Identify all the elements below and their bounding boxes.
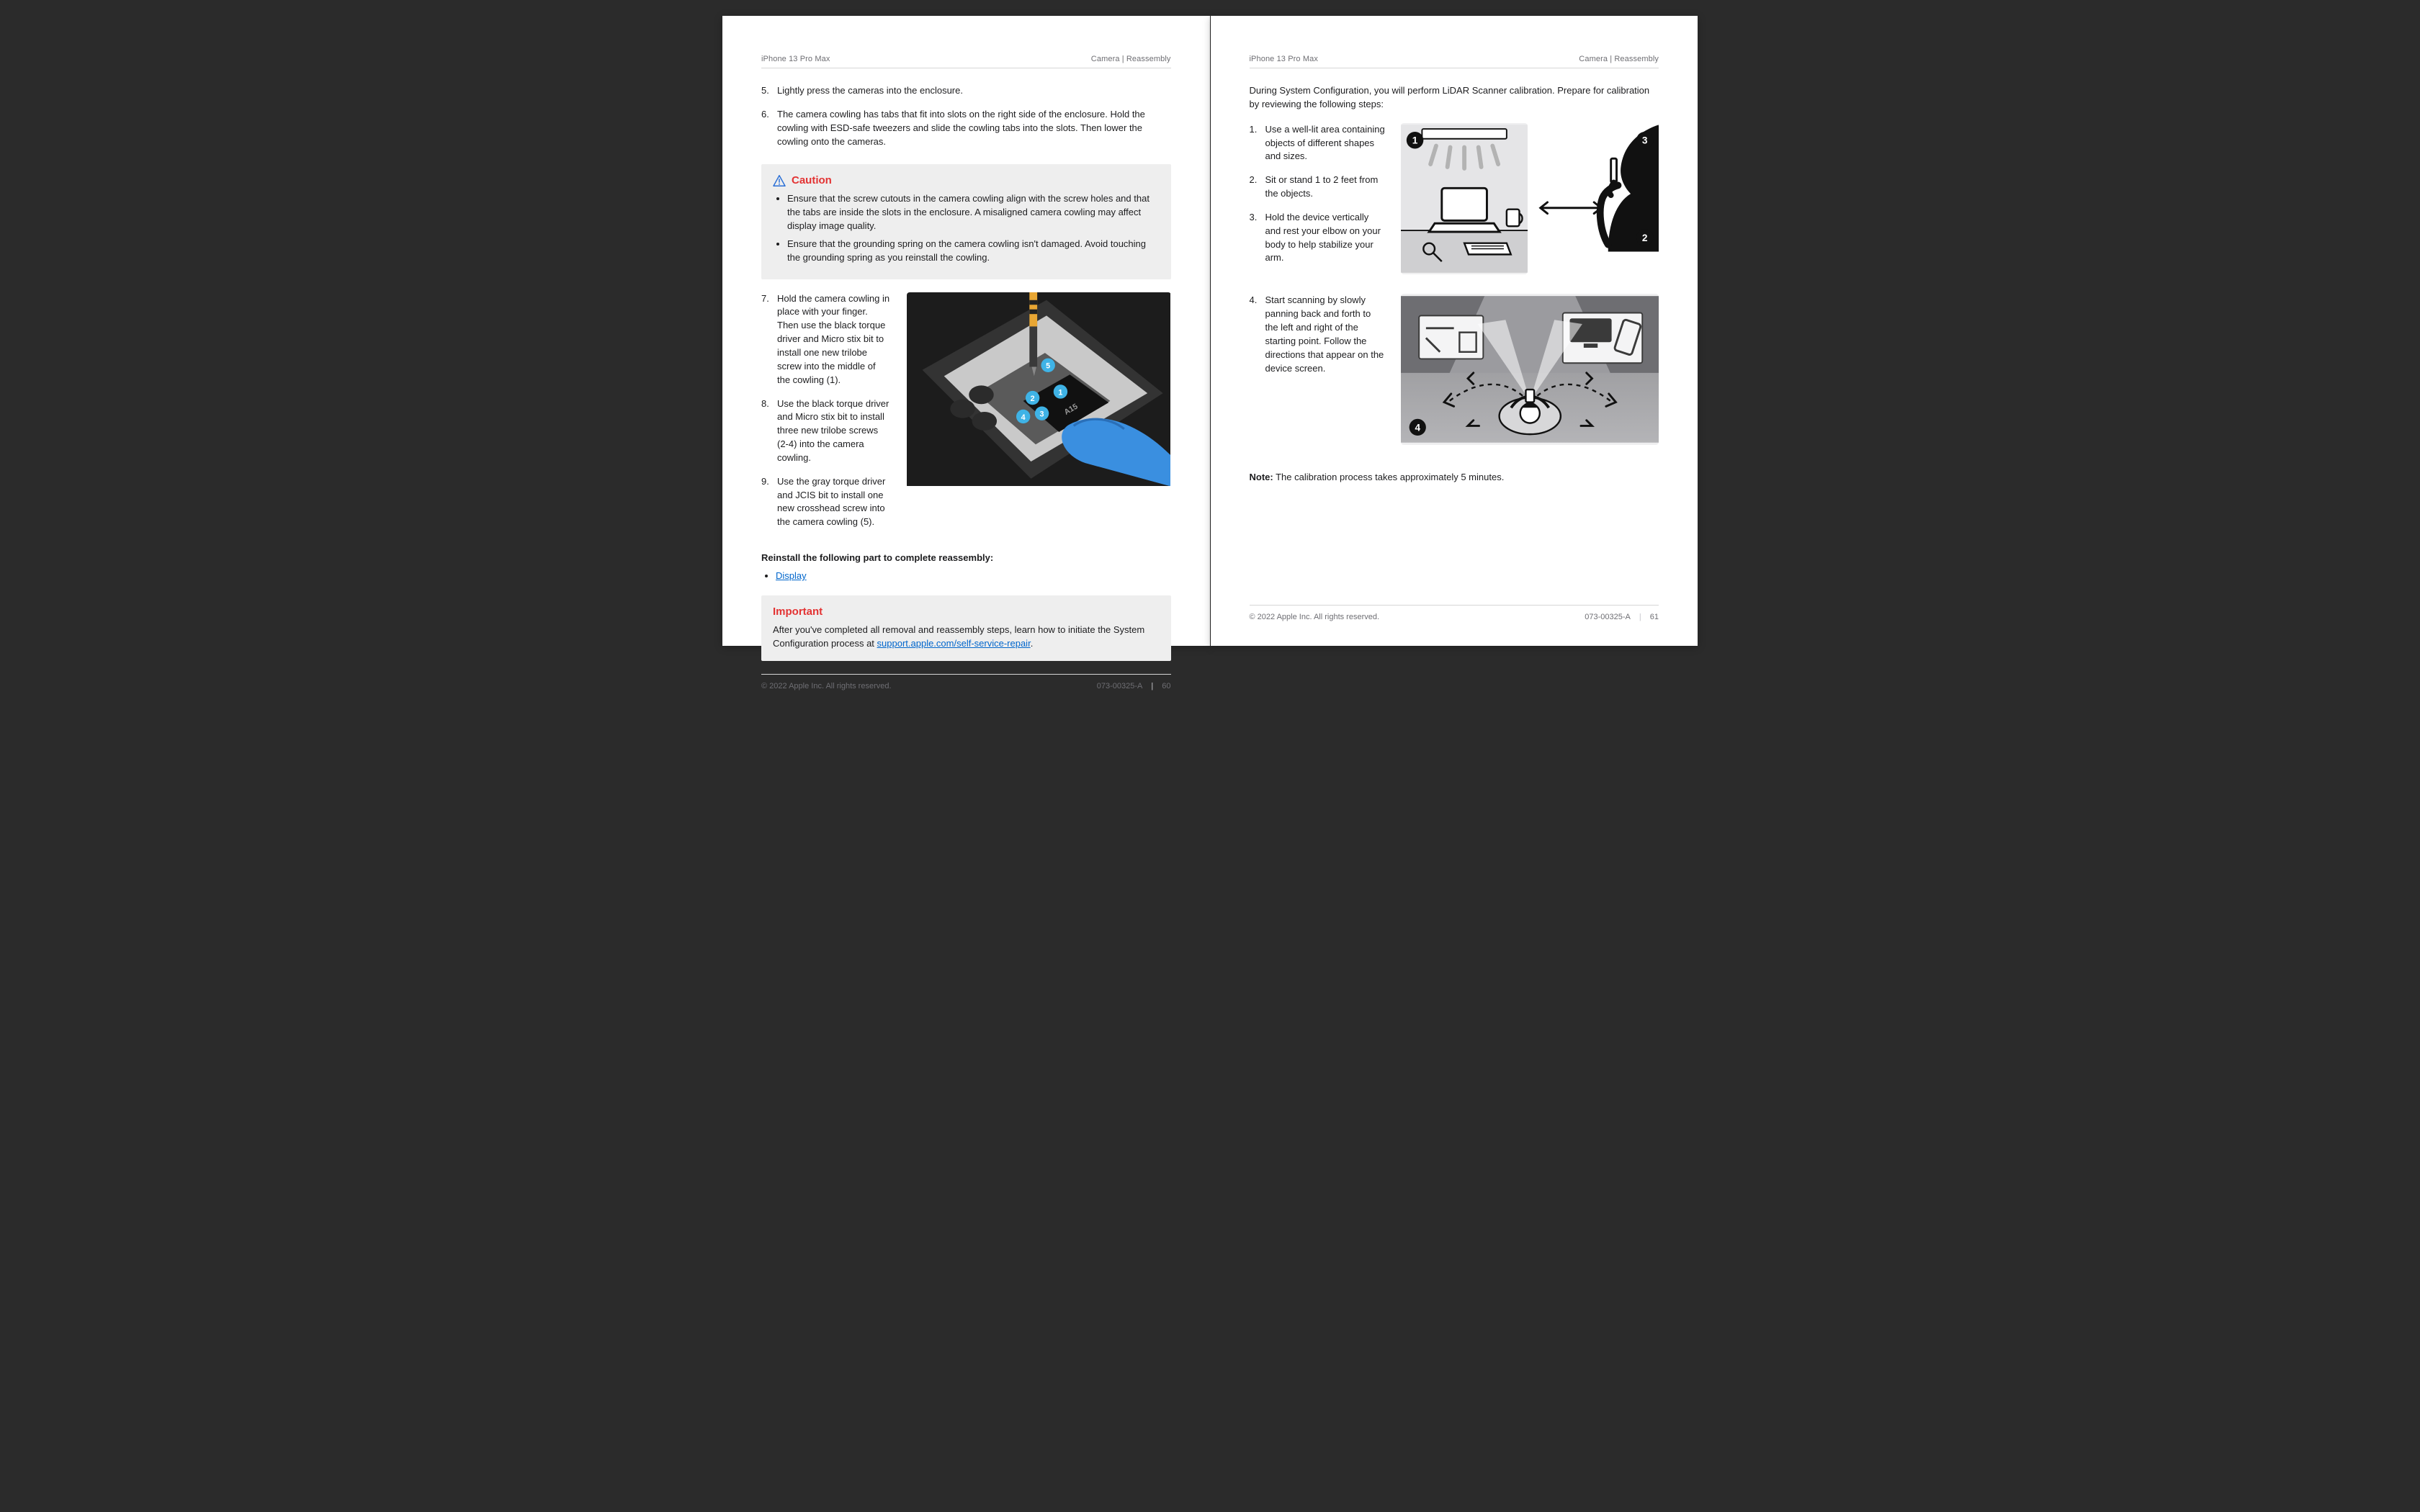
step-number: 1 xyxy=(1250,123,1265,137)
header-section: Camera | Reassembly xyxy=(1091,55,1171,63)
running-footer: © 2022 Apple Inc. All rights reserved. 0… xyxy=(761,674,1171,690)
photo-marker: 2 xyxy=(1031,395,1035,403)
step-text: Hold the camera cowling in place with yo… xyxy=(777,292,891,387)
photo-marker: 3 xyxy=(1040,410,1044,418)
footer-page-number: 60 xyxy=(1162,682,1170,690)
figure-badge: 1 xyxy=(1412,135,1417,145)
header-section: Camera | Reassembly xyxy=(1579,55,1659,63)
reinstall-subhead: Reinstall the following part to complete… xyxy=(761,552,1171,563)
steps-list-7-9: 7 Hold the camera cowling in place with … xyxy=(761,292,891,530)
list-item: Display xyxy=(776,570,1171,581)
figure-badge: 4 xyxy=(1415,423,1420,433)
footer-copyright: © 2022 Apple Inc. All rights reserved. xyxy=(761,682,892,690)
step-text: Use the gray torque driver and JCIS bit … xyxy=(777,475,891,529)
important-title: Important xyxy=(773,606,823,618)
reinstall-list: Display xyxy=(776,570,1171,585)
note-line: Note: The calibration process takes appr… xyxy=(1250,471,1659,485)
figure-badge: 3 xyxy=(1642,135,1648,145)
lidar-figure-desk: 1 xyxy=(1401,123,1528,274)
lidar-step-4: 4 Start scanning by slowly panning back … xyxy=(1250,294,1386,375)
step-text: Sit or stand 1 to 2 feet from the object… xyxy=(1265,174,1386,201)
step-number: 9 xyxy=(761,475,777,489)
step-7: 7 Hold the camera cowling in place with … xyxy=(761,292,891,387)
step-text: The camera cowling has tabs that fit int… xyxy=(777,108,1171,149)
lidar-figure-person: 3 2 xyxy=(1532,123,1659,274)
important-body: After you've completed all removal and r… xyxy=(773,624,1158,651)
running-header: iPhone 13 Pro Max Camera | Reassembly xyxy=(1250,55,1659,68)
lidar-intro: During System Configuration, you will pe… xyxy=(1250,84,1659,112)
caution-item: Ensure that the grounding spring on the … xyxy=(787,238,1158,265)
page-left: iPhone 13 Pro Max Camera | Reassembly 5 … xyxy=(722,16,1210,646)
caution-title: Caution xyxy=(792,174,832,186)
page-right: iPhone 13 Pro Max Camera | Reassembly Du… xyxy=(1211,16,1698,646)
step-number: 6 xyxy=(761,108,777,122)
photo-marker: 4 xyxy=(1021,413,1026,421)
caution-callout: Caution Ensure that the screw cutouts in… xyxy=(761,164,1171,279)
footer-separator: | xyxy=(1639,613,1641,621)
note-text: The calibration process takes approximat… xyxy=(1273,472,1505,482)
step-text: Lightly press the cameras into the enclo… xyxy=(777,84,1171,98)
footer-copyright: © 2022 Apple Inc. All rights reserved. xyxy=(1250,613,1380,621)
step-5: 5 Lightly press the cameras into the enc… xyxy=(761,84,1171,98)
photo-marker: 5 xyxy=(1046,361,1050,370)
step-number: 3 xyxy=(1250,211,1265,225)
lidar-steps-4: 4 Start scanning by slowly panning back … xyxy=(1250,294,1386,375)
figure-badge: 2 xyxy=(1642,232,1648,243)
footer-doc-number: 073-00325-A xyxy=(1585,613,1631,621)
caution-items: Ensure that the screw cutouts in the cam… xyxy=(787,192,1158,264)
photo-marker: 1 xyxy=(1058,388,1062,397)
caution-item: Ensure that the screw cutouts in the cam… xyxy=(787,192,1158,233)
running-footer: © 2022 Apple Inc. All rights reserved. 0… xyxy=(1250,605,1659,621)
self-service-repair-link[interactable]: support.apple.com/self-service-repair xyxy=(877,638,1031,649)
important-text-after: . xyxy=(1031,638,1034,649)
step-text: Use the black torque driver and Micro st… xyxy=(777,397,891,465)
repair-photo: A15 xyxy=(907,292,1171,488)
lidar-row-2: 4 Start scanning by slowly panning back … xyxy=(1250,294,1659,445)
running-header: iPhone 13 Pro Max Camera | Reassembly xyxy=(761,55,1171,68)
step-number: 2 xyxy=(1250,174,1265,187)
step-number: 7 xyxy=(761,292,777,306)
step-text: Use a well-lit area containing objects o… xyxy=(1265,123,1386,164)
header-device: iPhone 13 Pro Max xyxy=(761,55,830,63)
step-text: Hold the device vertically and rest your… xyxy=(1265,211,1386,265)
step-number: 8 xyxy=(761,397,777,411)
step-number: 4 xyxy=(1250,294,1265,307)
footer-doc-number: 073-00325-A xyxy=(1097,682,1143,690)
warning-triangle-icon xyxy=(773,175,786,186)
step-text: Start scanning by slowly panning back an… xyxy=(1265,294,1386,375)
step-8: 8 Use the black torque driver and Micro … xyxy=(761,397,891,465)
lidar-step-3: 3 Hold the device vertically and rest yo… xyxy=(1250,211,1386,265)
display-link[interactable]: Display xyxy=(776,570,807,581)
lidar-figure-scan: 4 xyxy=(1401,294,1659,445)
footer-page-number: 61 xyxy=(1650,613,1659,621)
lidar-steps-1-3: 1 Use a well-lit area containing objects… xyxy=(1250,123,1386,266)
important-callout: Important After you've completed all rem… xyxy=(761,595,1171,661)
lidar-row-1: 1 Use a well-lit area containing objects… xyxy=(1250,123,1659,276)
step-9: 9 Use the gray torque driver and JCIS bi… xyxy=(761,475,891,529)
header-device: iPhone 13 Pro Max xyxy=(1250,55,1318,63)
footer-separator: | xyxy=(1151,682,1153,690)
steps-with-photo: 7 Hold the camera cowling in place with … xyxy=(761,292,1171,540)
steps-list-5-6: 5 Lightly press the cameras into the enc… xyxy=(761,84,1171,158)
step-number: 5 xyxy=(761,84,777,98)
lidar-step-1: 1 Use a well-lit area containing objects… xyxy=(1250,123,1386,164)
lidar-step-2: 2 Sit or stand 1 to 2 feet from the obje… xyxy=(1250,174,1386,201)
note-label: Note: xyxy=(1250,472,1273,482)
step-6: 6 The camera cowling has tabs that fit i… xyxy=(761,108,1171,149)
